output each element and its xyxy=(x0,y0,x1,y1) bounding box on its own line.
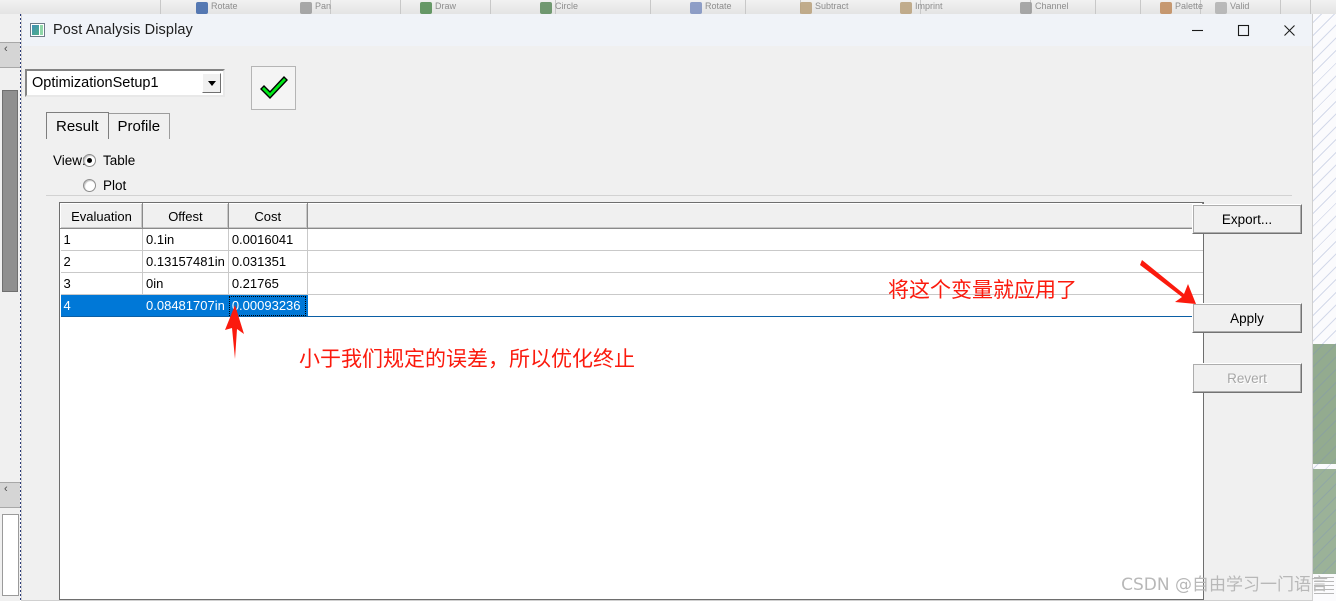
cell-cost[interactable]: 0.00093236 xyxy=(228,294,308,317)
cell-cost[interactable]: 0.21765 xyxy=(228,272,308,295)
window-controls xyxy=(1174,14,1312,46)
background-left-rail: ‹ ‹ xyxy=(0,14,21,601)
chevron-down-icon[interactable] xyxy=(202,73,221,93)
column-header-filler xyxy=(306,203,1203,229)
radio-view-plot[interactable]: Plot xyxy=(83,178,126,193)
cell-evaluation[interactable]: 1 xyxy=(60,228,144,251)
tab-profile[interactable]: Profile xyxy=(107,113,171,139)
radio-view-table[interactable]: Table xyxy=(83,153,135,168)
toolbar-item-label: Palette xyxy=(1175,1,1204,11)
annotation-cost-note: 小于我们规定的误差，所以优化终止 xyxy=(299,347,635,371)
tab-strip: Result Profile xyxy=(46,112,171,139)
toolbar-separator xyxy=(160,0,161,14)
cell-evaluation[interactable]: 3 xyxy=(60,272,144,295)
toolbar-item-label: Pan xyxy=(315,1,332,11)
cell-evaluation[interactable]: 4 xyxy=(60,294,144,317)
results-table-panel[interactable]: Evaluation Offest Cost 1 0.1in 0.0016041 2 0.1… xyxy=(59,202,1204,600)
table-row[interactable]: 2 0.13157481in 0.031351 xyxy=(60,250,1203,273)
toolbar-item-label: Circle xyxy=(555,1,579,11)
post-analysis-display-window: Post Analysis Display OptimizationSetup1… xyxy=(21,14,1313,601)
revert-button: Revert xyxy=(1192,363,1302,393)
export-button[interactable]: Export... xyxy=(1192,204,1302,234)
section-divider xyxy=(46,195,1292,196)
radio-table-indicator xyxy=(83,154,96,167)
toolbar-item-label: Valid xyxy=(1230,1,1250,11)
rail-block-top xyxy=(0,42,20,68)
column-header-evaluation[interactable]: Evaluation xyxy=(60,203,144,229)
column-header-offest[interactable]: Offest xyxy=(142,203,229,229)
rail-chevron-top-icon: ‹ xyxy=(4,43,8,55)
cell-offest[interactable]: 0.13157481in xyxy=(142,250,229,273)
optimization-setup-value: OptimizationSetup1 xyxy=(32,75,159,91)
cell-cost[interactable]: 0.0016041 xyxy=(228,228,308,251)
window-title: Post Analysis Display xyxy=(53,22,193,38)
rail-chevron-bottom-icon: ‹ xyxy=(4,483,8,495)
toolbar-item-label: Subtract xyxy=(815,1,849,11)
view-label: View: xyxy=(53,153,86,168)
toolbar-separator xyxy=(400,0,401,14)
column-header-cost[interactable]: Cost xyxy=(227,203,308,229)
valid-icon[interactable] xyxy=(1215,2,1227,14)
apply-button[interactable]: Apply xyxy=(1192,303,1302,333)
apply-setup-button[interactable] xyxy=(251,66,296,110)
tab-result[interactable]: Result xyxy=(46,112,109,139)
subtract-icon[interactable] xyxy=(800,2,812,14)
cell-filler xyxy=(307,228,1203,251)
cell-offest[interactable]: 0in xyxy=(142,272,229,295)
radio-plot-indicator xyxy=(83,179,96,192)
cell-cost[interactable]: 0.031351 xyxy=(228,250,308,273)
rail-scroll-thumb[interactable] xyxy=(2,90,18,292)
channel-icon[interactable] xyxy=(1020,2,1032,14)
circle-icon[interactable] xyxy=(540,2,552,14)
toolbar-item-label: Imprint xyxy=(915,1,943,11)
background-toolbar-strip: Rotate Pan Draw Circle Rotate Subtract Imprint… xyxy=(0,0,1336,15)
optimization-setup-combo[interactable]: OptimizationSetup1 xyxy=(25,69,225,97)
draw-icon[interactable] xyxy=(420,2,432,14)
toolbar-item-label: Rotate xyxy=(705,1,732,11)
tab-profile-label: Profile xyxy=(117,118,161,135)
tab-result-label: Result xyxy=(56,117,99,135)
background-hatch-lower xyxy=(1310,344,1336,574)
cell-offest[interactable]: 0.1in xyxy=(142,228,229,251)
table-row[interactable]: 1 0.1in 0.0016041 xyxy=(60,228,1203,251)
green-checkmark-icon xyxy=(259,75,288,100)
cell-evaluation[interactable]: 2 xyxy=(60,250,144,273)
annotation-apply-note: 将这个变量就应用了 xyxy=(888,278,1077,302)
imprint-icon[interactable] xyxy=(900,2,912,14)
title-bar: Post Analysis Display xyxy=(22,14,1312,46)
pan-icon[interactable] xyxy=(300,2,312,14)
toolbar-separator xyxy=(490,0,491,14)
toolbar-item-label: Draw xyxy=(435,1,457,11)
csdn-watermark: CSDN @自由学习一门语言 xyxy=(1121,575,1328,595)
toolbar-separator xyxy=(1280,0,1281,14)
cell-filler xyxy=(307,250,1203,273)
toolbar-item-label: Rotate xyxy=(211,1,238,11)
toolbar-separator xyxy=(1310,0,1311,14)
toolbar-separator xyxy=(745,0,746,14)
post-analysis-icon xyxy=(30,23,45,37)
radio-plot-label: Plot xyxy=(103,178,127,193)
rotate-icon[interactable] xyxy=(690,2,702,14)
table-header-row: Evaluation Offest Cost xyxy=(60,203,1203,229)
close-icon[interactable] xyxy=(1266,14,1312,46)
palette-icon[interactable] xyxy=(1160,2,1172,14)
rotate-icon[interactable] xyxy=(196,2,208,14)
maximize-icon[interactable] xyxy=(1220,14,1266,46)
toolbar-separator xyxy=(650,0,651,14)
rail-panel xyxy=(2,514,19,596)
minimize-icon[interactable] xyxy=(1174,14,1220,46)
background-hatch-upper xyxy=(1310,14,1336,344)
cell-offest[interactable]: 0.08481707in xyxy=(142,294,229,317)
toolbar-item-label: Channel xyxy=(1035,1,1069,11)
toolbar-separator xyxy=(1140,0,1141,14)
radio-table-label: Table xyxy=(103,153,136,168)
rail-block-bottom xyxy=(0,482,20,508)
toolbar-separator xyxy=(1095,0,1096,14)
background-right-panel xyxy=(1309,14,1336,601)
